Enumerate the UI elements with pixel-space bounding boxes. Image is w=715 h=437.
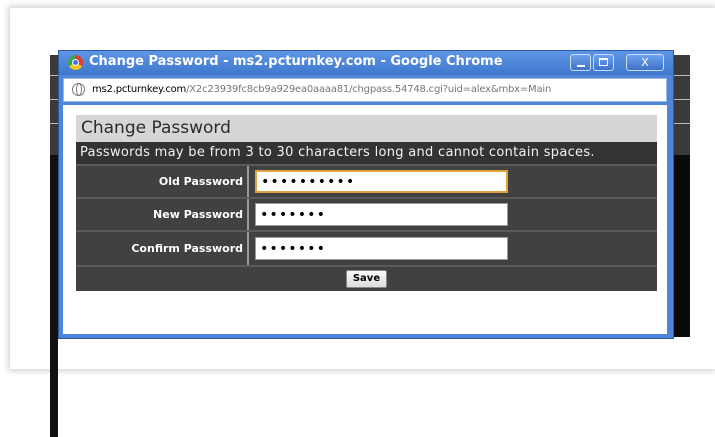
close-button[interactable]: X bbox=[626, 54, 664, 71]
old-password-input[interactable] bbox=[255, 170, 508, 193]
url-host: ms2.pcturnkey.com bbox=[92, 84, 187, 95]
new-password-input[interactable] bbox=[255, 203, 508, 226]
window-title-bar[interactable]: Change Password - ms2.pcturnkey.com - Go… bbox=[59, 51, 673, 75]
chrome-popup-window: Change Password - ms2.pcturnkey.com - Go… bbox=[58, 50, 674, 339]
save-row: Save bbox=[76, 265, 657, 291]
confirm-password-input[interactable] bbox=[255, 237, 508, 260]
old-password-row: Old Password bbox=[76, 164, 657, 197]
old-password-label: Old Password bbox=[76, 166, 249, 197]
page-info-icon[interactable] bbox=[72, 83, 85, 96]
url-text: ms2.pcturnkey.com/X2c23939fc8cb9a929ea0a… bbox=[92, 84, 551, 95]
minimize-button[interactable] bbox=[570, 54, 591, 71]
save-button[interactable]: Save bbox=[346, 270, 387, 288]
new-password-row: New Password bbox=[76, 197, 657, 230]
maximize-button[interactable] bbox=[593, 54, 614, 71]
background-page-left bbox=[50, 55, 58, 155]
url-path: /X2c23939fc8cb9a929ea0aaaa81/chgpass.547… bbox=[186, 84, 552, 95]
background-page-right bbox=[672, 55, 690, 155]
password-rules-text: Passwords may be from 3 to 30 characters… bbox=[80, 145, 595, 160]
background-page-left-dark bbox=[50, 155, 58, 437]
chrome-logo-icon bbox=[68, 55, 83, 70]
new-password-label: New Password bbox=[76, 199, 249, 230]
password-rules-note: Passwords may be from 3 to 30 characters… bbox=[76, 142, 657, 164]
page-header: Change Password bbox=[76, 115, 657, 142]
page-content: Change Password Passwords may be from 3 … bbox=[63, 105, 667, 334]
page-title: Change Password bbox=[81, 118, 231, 138]
background-page-right-dark bbox=[672, 155, 690, 337]
window-title: Change Password - ms2.pcturnkey.com - Go… bbox=[89, 54, 503, 69]
confirm-password-row: Confirm Password bbox=[76, 230, 657, 265]
confirm-password-label: Confirm Password bbox=[76, 232, 249, 265]
address-bar[interactable]: ms2.pcturnkey.com/X2c23939fc8cb9a929ea0a… bbox=[63, 78, 667, 102]
